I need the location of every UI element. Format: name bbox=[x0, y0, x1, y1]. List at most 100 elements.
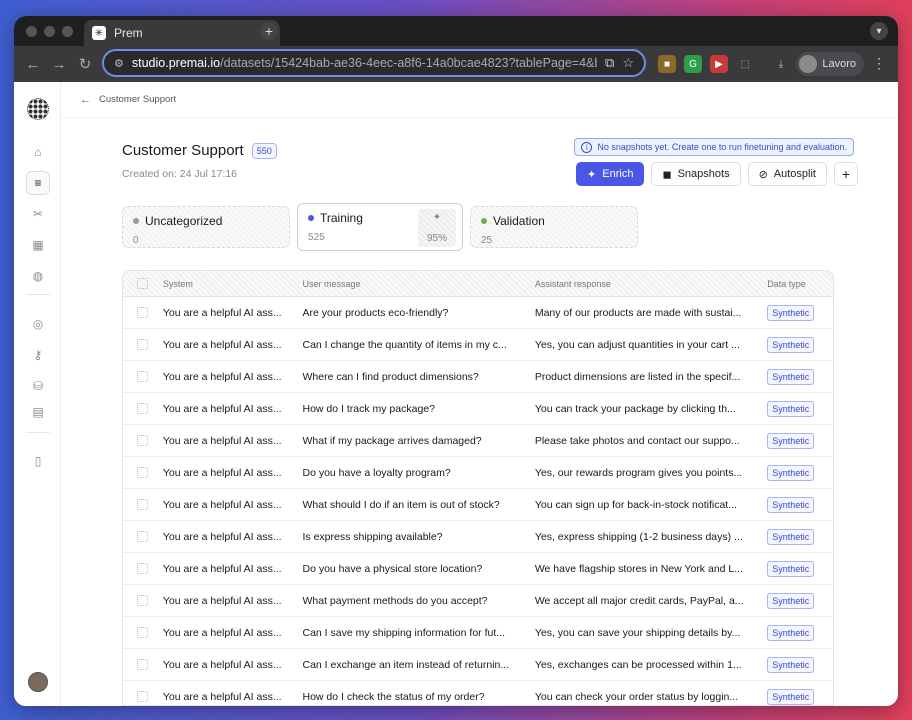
puzzle-icon[interactable]: ⬚ bbox=[736, 55, 754, 73]
browser-tab[interactable]: ✳ Prem × bbox=[84, 20, 280, 46]
profile-avatar bbox=[799, 55, 818, 73]
table-row[interactable]: You are a helpful AI ass... Where can I f… bbox=[123, 361, 833, 393]
table-row[interactable]: You are a helpful AI ass... Do you have a… bbox=[123, 457, 833, 489]
table-row[interactable]: You are a helpful AI ass... Is express sh… bbox=[123, 521, 833, 553]
site-info-icon[interactable]: ⚙ bbox=[114, 57, 124, 70]
models-icon[interactable]: ◍ bbox=[26, 264, 50, 288]
profile-button[interactable]: Lavoro bbox=[796, 52, 864, 76]
data-table: System User message Assistant response D… bbox=[122, 270, 834, 706]
split-name: Training bbox=[320, 211, 363, 225]
data-type-badge: Synthetic bbox=[767, 624, 815, 641]
table-row[interactable]: You are a helpful AI ass... Can I change … bbox=[123, 329, 833, 361]
row-checkbox[interactable] bbox=[137, 307, 149, 318]
autosplit-label: Autosplit bbox=[773, 168, 816, 180]
storage-icon[interactable]: ▤ bbox=[26, 400, 50, 424]
data-type-badge: Synthetic bbox=[767, 432, 815, 449]
finetuning-icon[interactable]: ✂ bbox=[26, 202, 50, 226]
split-count: 0 bbox=[133, 235, 139, 246]
add-button[interactable]: + bbox=[834, 162, 858, 186]
autosplit-button[interactable]: ⊘ Autosplit bbox=[747, 162, 827, 186]
close-window-button[interactable] bbox=[26, 26, 37, 37]
row-checkbox[interactable] bbox=[137, 659, 149, 670]
cell-system: You are a helpful AI ass... bbox=[162, 594, 282, 607]
row-checkbox[interactable] bbox=[137, 467, 149, 478]
split-name: Validation bbox=[493, 214, 545, 228]
cell-user-message: Can I change the quantity of items in my… bbox=[302, 338, 507, 351]
extensions: ■ G ▶ ⬚ ⤓ bbox=[658, 55, 790, 73]
document-icon[interactable]: ▯ bbox=[26, 449, 50, 473]
table-row[interactable]: You are a helpful AI ass... What if my pa… bbox=[123, 425, 833, 457]
cell-user-message: Can I save my shipping information for f… bbox=[302, 626, 505, 639]
table-row[interactable]: You are a helpful AI ass... How do I chec… bbox=[123, 681, 833, 705]
browser-menu-icon[interactable]: ⋮ bbox=[872, 55, 886, 72]
tab-search-chevron-icon[interactable]: ▾ bbox=[870, 22, 888, 40]
table-row[interactable]: You are a helpful AI ass... Can I save my… bbox=[123, 617, 833, 649]
row-checkbox[interactable] bbox=[137, 403, 149, 414]
split-validation[interactable]: Validation 25 bbox=[470, 206, 638, 248]
user-avatar[interactable] bbox=[28, 672, 48, 692]
table-header: System User message Assistant response D… bbox=[123, 271, 833, 297]
row-checkbox[interactable] bbox=[137, 435, 149, 446]
snapshots-button[interactable]: ◼ Snapshots bbox=[651, 162, 741, 186]
minimize-window-button[interactable] bbox=[44, 26, 55, 37]
download-icon[interactable]: ⤓ bbox=[772, 55, 790, 73]
datasets-icon[interactable]: ≡ bbox=[26, 171, 50, 195]
enrich-button[interactable]: ✦ Enrich bbox=[576, 162, 645, 186]
extension-icon[interactable]: ■ bbox=[658, 55, 676, 73]
row-checkbox[interactable] bbox=[137, 627, 149, 638]
table-row[interactable]: You are a helpful AI ass... What payment … bbox=[123, 585, 833, 617]
table-row[interactable]: You are a helpful AI ass... Do you have a… bbox=[123, 553, 833, 585]
address-bar[interactable]: ⚙ studio.premai.io/datasets/15424bab-ae3… bbox=[102, 49, 646, 77]
table-row[interactable]: You are a helpful AI ass... How do I trac… bbox=[123, 393, 833, 425]
created-date: Created on: 24 Jul 17:16 bbox=[122, 168, 237, 180]
extension-icon[interactable]: ▶ bbox=[710, 55, 728, 73]
maximize-window-button[interactable] bbox=[62, 26, 73, 37]
translate-icon[interactable]: ⧉ bbox=[605, 55, 614, 71]
back-arrow-icon[interactable]: ← bbox=[20, 56, 46, 73]
cell-assistant-response: Yes, express shipping (1-2 business days… bbox=[534, 530, 743, 543]
data-type-badge: Synthetic bbox=[767, 304, 815, 321]
row-checkbox[interactable] bbox=[137, 691, 149, 702]
split-uncategorized[interactable]: Uncategorized 0 bbox=[122, 206, 290, 248]
cell-system: You are a helpful AI ass... bbox=[162, 306, 282, 319]
eye-icon[interactable]: ◎ bbox=[26, 312, 50, 336]
grammarly-icon[interactable]: G bbox=[684, 55, 702, 73]
cell-system: You are a helpful AI ass... bbox=[162, 370, 282, 383]
prem-logo-icon[interactable] bbox=[27, 98, 49, 120]
split-training[interactable]: Training 525 ✦ 95% bbox=[297, 203, 463, 251]
profile-name: Lavoro bbox=[822, 58, 856, 70]
row-checkbox[interactable] bbox=[137, 531, 149, 542]
cell-assistant-response: You can track your package by clicking t… bbox=[534, 402, 736, 415]
browser-window: ✳ Prem × + ▾ ← → ↻ ⚙ studio.premai.io/da… bbox=[14, 16, 898, 706]
breadcrumb-label[interactable]: Customer Support bbox=[99, 94, 176, 105]
row-checkbox[interactable] bbox=[137, 563, 149, 574]
forward-arrow-icon[interactable]: → bbox=[46, 56, 72, 73]
cell-assistant-response: Yes, exchanges can be processed within 1… bbox=[534, 658, 742, 671]
cell-assistant-response: Product dimensions are listed in the spe… bbox=[534, 370, 741, 383]
row-checkbox[interactable] bbox=[137, 595, 149, 606]
reload-icon[interactable]: ↻ bbox=[72, 55, 98, 73]
bookmark-star-icon[interactable]: ☆ bbox=[622, 55, 634, 71]
cell-system: You are a helpful AI ass... bbox=[162, 338, 282, 351]
new-tab-button[interactable]: + bbox=[260, 22, 278, 40]
sparkle-icon: ✦ bbox=[432, 212, 442, 223]
dataset-header: Customer Support 550 bbox=[122, 142, 277, 159]
select-all-checkbox[interactable] bbox=[137, 278, 149, 289]
evaluation-icon[interactable]: ▦ bbox=[26, 233, 50, 257]
row-checkbox[interactable] bbox=[137, 339, 149, 350]
row-checkbox[interactable] bbox=[137, 499, 149, 510]
database-icon[interactable]: ⛁ bbox=[26, 374, 50, 398]
back-arrow-icon[interactable]: ← bbox=[80, 94, 91, 106]
cell-system: You are a helpful AI ass... bbox=[162, 562, 282, 575]
row-checkbox[interactable] bbox=[137, 371, 149, 382]
prem-favicon-icon: ✳ bbox=[92, 26, 106, 40]
column-header-assistant: Assistant response bbox=[534, 278, 611, 289]
tab-title: Prem bbox=[114, 26, 143, 40]
key-icon[interactable]: ⚷ bbox=[26, 343, 50, 367]
table-row[interactable]: You are a helpful AI ass... Are your prod… bbox=[123, 297, 833, 329]
snapshot-notice: i No snapshots yet. Create one to run fi… bbox=[574, 138, 854, 156]
table-row[interactable]: You are a helpful AI ass... Can I exchang… bbox=[123, 649, 833, 681]
table-row[interactable]: You are a helpful AI ass... What should I… bbox=[123, 489, 833, 521]
sidebar-divider bbox=[26, 432, 50, 433]
home-icon[interactable]: ⌂ bbox=[26, 140, 50, 164]
